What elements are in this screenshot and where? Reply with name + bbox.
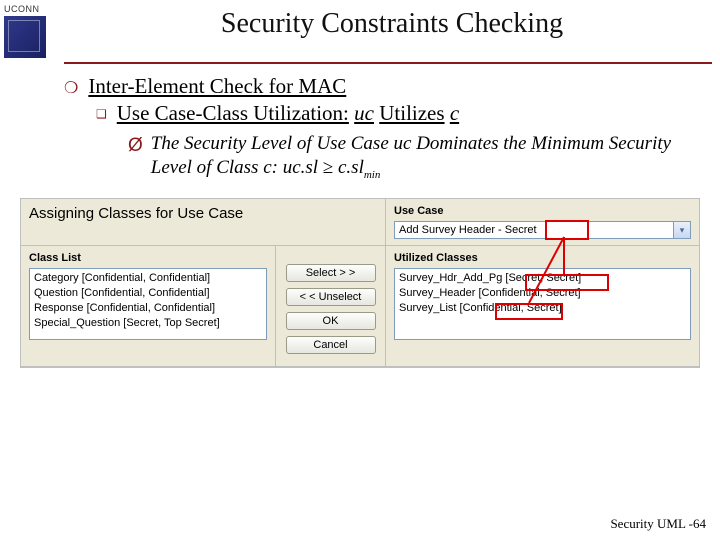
org-label: UCONN xyxy=(4,4,64,14)
classlist-label: Class List xyxy=(29,252,267,264)
list-item[interactable]: Question [Confidential, Confidential] xyxy=(34,286,262,301)
uconn-logo xyxy=(4,16,46,58)
dialog-heading: Assigning Classes for Use Case xyxy=(29,205,243,222)
list-item[interactable]: Survey_List [Confidential, Secret] xyxy=(399,301,686,316)
list-item[interactable]: Survey_Hdr_Add_Pg [Secret, Secret] xyxy=(399,271,686,286)
bullet3-text: The Security Level of Use Case uc Domina… xyxy=(151,132,700,182)
bullet-icon: ❍ xyxy=(64,78,78,98)
list-item[interactable]: Category [Confidential, Confidential] xyxy=(34,271,262,286)
select-button[interactable]: Select > > xyxy=(286,264,376,282)
slide-footer: Security UML -64 xyxy=(610,516,706,532)
ok-button[interactable]: OK xyxy=(286,312,376,330)
slide-title: Security Constraints Checking xyxy=(64,8,720,40)
utilized-listbox[interactable]: Survey_Hdr_Add_Pg [Secret, Secret] Surve… xyxy=(394,268,691,340)
bullet2-text: Use Case-Class Utilization: uc Utilizes … xyxy=(117,101,459,126)
list-item[interactable]: Response [Confidential, Confidential] xyxy=(34,301,262,316)
bullet-level1: ❍ Inter-Element Check for MAC xyxy=(64,74,700,99)
dialog-panel: Assigning Classes for Use Case Use Case … xyxy=(20,198,700,368)
bullet-level2: ❑ Use Case-Class Utilization: uc Utilize… xyxy=(96,101,700,126)
logo-area: UCONN xyxy=(0,0,64,58)
classlist-listbox[interactable]: Category [Confidential, Confidential] Qu… xyxy=(29,268,267,340)
usecase-label: Use Case xyxy=(394,205,691,217)
chevron-down-icon[interactable]: ▾ xyxy=(674,221,691,239)
list-item[interactable]: Survey_Header [Confidential, Secret] xyxy=(399,286,686,301)
usecase-value: Add Survey Header - Secret xyxy=(394,221,674,239)
bullet1-text: Inter-Element Check for MAC xyxy=(88,74,346,99)
bullet-icon: ❑ xyxy=(96,107,107,121)
bullet-level3: Ø The Security Level of Use Case uc Domi… xyxy=(128,132,700,182)
unselect-button[interactable]: < < Unselect xyxy=(286,288,376,306)
bullet-icon: Ø xyxy=(128,134,143,158)
list-item[interactable]: Special_Question [Secret, Top Secret] xyxy=(34,316,262,331)
cancel-button[interactable]: Cancel xyxy=(286,336,376,354)
usecase-dropdown[interactable]: Add Survey Header - Secret ▾ xyxy=(394,221,691,239)
utilized-label: Utilized Classes xyxy=(394,252,691,264)
